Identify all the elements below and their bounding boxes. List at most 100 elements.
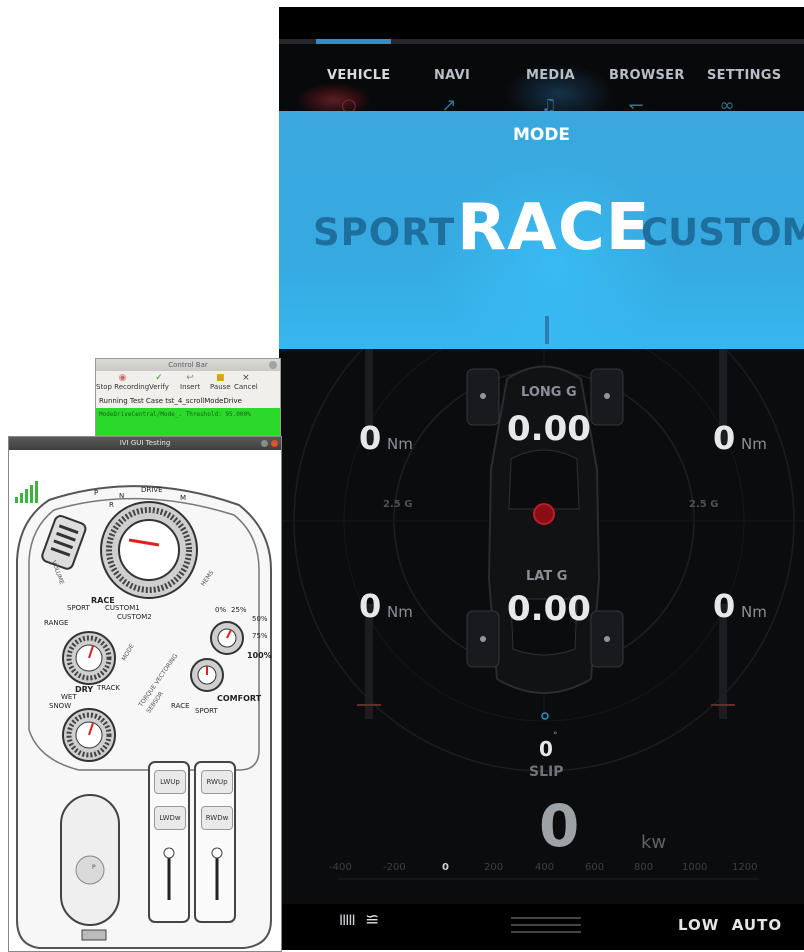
control-bar-window: Control Bar ◉ Stop Recording ✓ Verify ↩ Ins…	[95, 358, 281, 436]
power-scale-label: 800	[634, 862, 654, 873]
suspension-option[interactable]: SPORT	[195, 707, 218, 715]
mode-indicator	[545, 316, 549, 344]
insert-button[interactable]: ↩ Insert	[180, 373, 200, 391]
gear-position-label: M	[180, 494, 187, 502]
surface-option[interactable]: TRACK	[97, 684, 120, 692]
verification-message: ModeDriveCentral/Mode_. Threshold: 95.00…	[96, 408, 280, 435]
gui-window-titlebar: IVI GUI Testing	[9, 437, 281, 450]
power-scale-label: 1000	[682, 862, 708, 873]
torque-vectoring-knob	[210, 621, 244, 655]
power-scale-label: 600	[585, 862, 605, 873]
torque-bar-left	[357, 349, 381, 719]
gear-position-label: N	[119, 492, 125, 500]
record-icon: ◉	[118, 373, 127, 383]
park-button[interactable]: P	[92, 864, 96, 871]
vectoring-scale-label: 50%	[252, 615, 268, 623]
vectoring-scale-label: 25%	[231, 606, 247, 614]
climate-status[interactable]: LOW AUTO	[678, 916, 782, 934]
mode-option-current[interactable]: RACE	[457, 191, 651, 265]
power-scale-label: -400	[329, 862, 352, 873]
handle-icon[interactable]	[511, 917, 581, 938]
slip-label: SLIP	[529, 764, 564, 780]
minimize-icon[interactable]	[261, 440, 268, 447]
stop-recording-button[interactable]: ◉ Stop Recording	[96, 373, 149, 391]
tab-settings[interactable]: SETTINGS	[707, 68, 781, 83]
power-unit: kw	[641, 832, 667, 853]
suspension-option[interactable]: RACE	[171, 702, 190, 710]
tab-vehicle[interactable]: VEHICLE	[327, 68, 390, 83]
vectoring-scale-label: 100%	[247, 651, 272, 660]
drive-mode-option[interactable]: RANGE	[44, 619, 68, 627]
mode-selector[interactable]: MODE SPORT RACE CUSTOM 1	[279, 111, 804, 349]
close-icon[interactable]	[271, 440, 278, 447]
torque-front-right-value: 0	[713, 419, 736, 457]
mode-option-previous[interactable]: SPORT	[313, 211, 455, 254]
tab-navi[interactable]: NAVI	[434, 68, 470, 83]
fan-speed-indicator[interactable]: IIIII	[339, 913, 356, 929]
torque-front-right-unit: Nm	[741, 435, 767, 453]
torque-rear-left-unit: Nm	[387, 603, 413, 621]
close-icon[interactable]	[269, 361, 277, 369]
long-g-label: LONG G	[521, 385, 577, 400]
power-scale-label: 0	[442, 862, 449, 873]
ivi-gui-testing-window: IVI GUI Testing P R N DRIVE M RACE SPORT…	[8, 436, 282, 952]
long-g-value: 0.00	[507, 409, 591, 449]
gear-position-label: P	[94, 489, 99, 497]
tab-media[interactable]: MEDIA	[526, 68, 575, 83]
power-scale-label: -200	[383, 862, 406, 873]
torque-rear-right-unit: Nm	[741, 603, 767, 621]
rw-up-button[interactable]: RWUp	[201, 770, 233, 794]
insert-icon: ↩	[186, 373, 194, 383]
vectoring-scale-label: 75%	[252, 632, 268, 640]
surface-knob	[62, 708, 116, 762]
g-ring-left-label: 2.5 G	[383, 499, 413, 510]
cancel-icon: ×	[242, 373, 250, 383]
power-scale-label: 1200	[732, 862, 758, 873]
mode-option-next[interactable]: CUSTOM 1	[641, 211, 804, 254]
suspension-selected[interactable]: COMFORT	[217, 694, 261, 703]
pause-button[interactable]: ■ Pause	[210, 373, 231, 391]
nav-bar: VEHICLE NAVI MEDIA BROWSER SETTINGS ○ ↗ …	[279, 44, 804, 124]
torque-rear-left-value: 0	[359, 587, 382, 625]
rear-defrost-icon[interactable]: ≌	[365, 910, 379, 930]
surface-option[interactable]: WET	[61, 693, 77, 701]
rw-down-button[interactable]: RWDw	[201, 806, 233, 830]
lw-up-button[interactable]: LWUp	[154, 770, 186, 794]
gui-window-title: IVI GUI Testing	[119, 439, 171, 447]
verify-button[interactable]: ✓ Verify	[149, 373, 169, 391]
drive-mode-knob	[62, 631, 116, 685]
tab-browser[interactable]: BROWSER	[609, 68, 685, 83]
drive-mode-option[interactable]: SPORT	[67, 604, 90, 612]
slip-unit: °	[553, 731, 558, 741]
lat-g-label: LAT G	[526, 569, 568, 584]
drive-mode-option[interactable]: CUSTOM2	[117, 613, 152, 621]
control-bar-titlebar: Control Bar	[96, 359, 280, 371]
power-value: 0	[539, 792, 580, 860]
drive-mode-option[interactable]: CUSTOM1	[105, 604, 140, 612]
gear-drive-label: DRIVE	[141, 486, 163, 494]
torque-front-left-unit: Nm	[387, 435, 413, 453]
slip-value: 0	[539, 737, 553, 761]
vectoring-scale-label: 0%	[215, 606, 227, 614]
power-scale-label: 400	[535, 862, 555, 873]
gear-position-label: R	[109, 501, 114, 509]
power-scale-label: 200	[484, 862, 504, 873]
check-icon: ✓	[155, 373, 163, 383]
g-force-dot	[533, 503, 555, 525]
control-bar-title: Control Bar	[168, 361, 208, 369]
slip-center-marker	[541, 712, 549, 720]
lw-down-button[interactable]: LWDw	[154, 806, 186, 830]
cancel-button[interactable]: × Cancel	[234, 373, 258, 391]
pause-icon: ■	[216, 373, 225, 383]
mode-title: MODE	[512, 125, 571, 145]
top-strip	[279, 7, 804, 39]
surface-option[interactable]: SNOW	[49, 702, 71, 710]
surface-selected[interactable]: DRY	[75, 685, 93, 694]
torque-bar-right	[711, 349, 735, 719]
g-ring-right-label: 2.5 G	[689, 499, 719, 510]
control-bar-toolbar: ◉ Stop Recording ✓ Verify ↩ Insert ■ Pause ×…	[96, 371, 280, 395]
gear-selector-dial	[100, 501, 198, 599]
torque-rear-right-value: 0	[713, 587, 736, 625]
lat-g-value: 0.00	[507, 589, 591, 629]
suspension-knob	[190, 658, 224, 692]
